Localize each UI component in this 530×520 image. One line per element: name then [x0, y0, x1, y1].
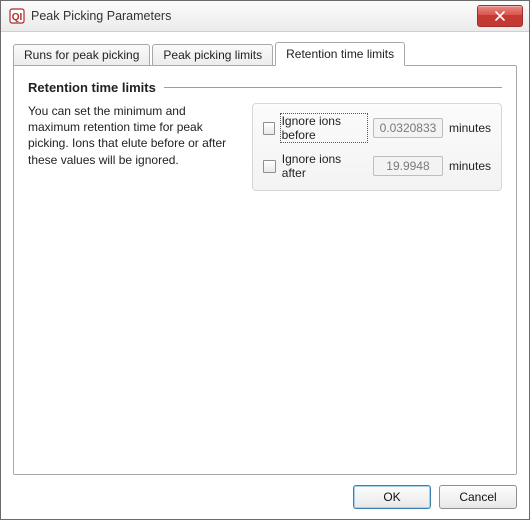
client-area: Runs for peak picking Peak picking limit…: [1, 32, 529, 519]
ok-button[interactable]: OK: [353, 485, 431, 509]
section-content: You can set the minimum and maximum rete…: [28, 103, 502, 191]
parameters-group: Ignore ions before minutes Ignore ions a…: [252, 103, 502, 191]
section-title: Retention time limits: [28, 80, 164, 95]
unit-after: minutes: [449, 159, 491, 173]
tab-runs-for-peak-picking[interactable]: Runs for peak picking: [13, 44, 150, 66]
cancel-button[interactable]: Cancel: [439, 485, 517, 509]
checkbox-ignore-before[interactable]: [263, 122, 275, 135]
tabstrip: Runs for peak picking Peak picking limit…: [13, 42, 517, 66]
input-ignore-before[interactable]: [373, 118, 443, 138]
unit-before: minutes: [449, 121, 491, 135]
param-ignore-before: Ignore ions before minutes: [263, 114, 491, 142]
section-header: Retention time limits: [28, 80, 502, 95]
dialog-buttons: OK Cancel: [13, 475, 517, 509]
section-description: You can set the minimum and maximum rete…: [28, 103, 238, 168]
tab-peak-picking-limits[interactable]: Peak picking limits: [152, 44, 273, 66]
tab-label: Retention time limits: [286, 47, 394, 61]
app-icon: QI: [9, 8, 25, 24]
label-ignore-before: Ignore ions before: [281, 114, 367, 142]
close-button[interactable]: [477, 5, 523, 27]
param-ignore-after: Ignore ions after minutes: [263, 152, 491, 180]
ok-button-label: OK: [383, 490, 400, 504]
tab-panel-retention-time-limits: Retention time limits You can set the mi…: [13, 65, 517, 475]
cancel-button-label: Cancel: [459, 490, 496, 504]
tab-label: Peak picking limits: [163, 48, 262, 62]
svg-text:QI: QI: [12, 12, 23, 23]
checkbox-ignore-after[interactable]: [263, 160, 276, 173]
close-icon: [495, 11, 505, 21]
titlebar: QI Peak Picking Parameters: [1, 1, 529, 32]
input-ignore-after[interactable]: [373, 156, 443, 176]
tab-retention-time-limits[interactable]: Retention time limits: [275, 42, 405, 66]
label-ignore-after: Ignore ions after: [282, 152, 367, 180]
section-divider: [164, 87, 502, 88]
tab-label: Runs for peak picking: [24, 48, 139, 62]
window-title: Peak Picking Parameters: [31, 9, 171, 23]
dialog-window: QI Peak Picking Parameters Runs for peak…: [0, 0, 530, 520]
